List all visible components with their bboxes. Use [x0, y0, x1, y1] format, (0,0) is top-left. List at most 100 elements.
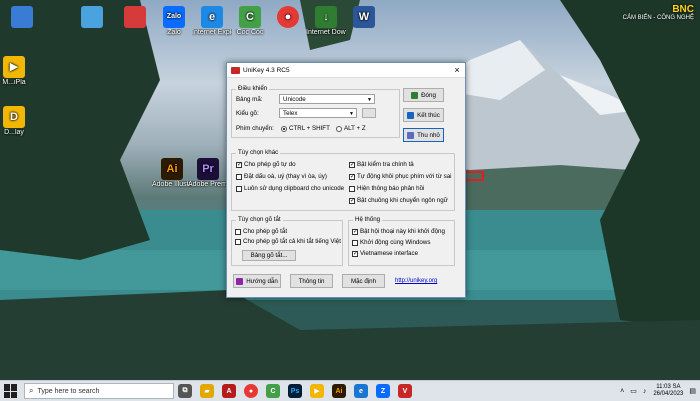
- method-extra-button[interactable]: [362, 108, 376, 118]
- checkbox-checked-icon: ✓: [349, 197, 356, 204]
- power-icon: [407, 111, 415, 119]
- coccoc-taskbar-icon[interactable]: C: [266, 384, 280, 398]
- hotkey-opt2-label: ALT + Z: [344, 125, 366, 132]
- book-icon: [236, 277, 244, 285]
- desktop-icon-premiere[interactable]: Pr Adobe Premiere P...: [188, 158, 228, 189]
- show-dialog-on-start-checkbox[interactable]: ✓ Bật hội thoại này khi khởi động: [352, 228, 445, 235]
- folder-icon: [11, 6, 33, 28]
- desktop-icon-d[interactable]: D D...lay: [0, 106, 34, 137]
- window-close-icon[interactable]: ×: [449, 65, 465, 75]
- checkbox-unchecked-icon: [352, 239, 358, 246]
- window-title: UniKey 4.3 RC5: [243, 66, 290, 74]
- vietnamese-interface-checkbox[interactable]: ✓ Vietnamese interface: [352, 250, 418, 257]
- method-select[interactable]: Telex ▼: [279, 108, 357, 118]
- checkbox-unchecked-icon: [349, 185, 355, 192]
- desktop-icon-1[interactable]: [2, 6, 42, 29]
- search-placeholder: Type here to search: [37, 387, 100, 395]
- coccoc-icon: C: [239, 6, 261, 28]
- unikey-window: UniKey 4.3 RC5 × Điều khiển Bảng mã: Uni…: [226, 62, 466, 298]
- desktop-icon-3[interactable]: [115, 6, 155, 29]
- system-legend: Hệ thống: [353, 216, 383, 223]
- charset-select[interactable]: Unicode ▼: [279, 94, 375, 104]
- charset-label: Bảng mã:: [236, 96, 263, 103]
- hotkey-label: Phím chuyển:: [236, 125, 274, 132]
- minimize-button[interactable]: Thu nhỏ: [403, 128, 444, 142]
- checkbox-unchecked-icon: [236, 173, 242, 180]
- hotkey-ctrl-shift-radio[interactable]: CTRL + SHIFT: [281, 125, 330, 132]
- method-value: Telex: [283, 110, 298, 117]
- enable-shorthand-checkbox[interactable]: Cho phép gõ tắt: [235, 228, 287, 235]
- illustrator-taskbar-icon[interactable]: Ai: [332, 384, 346, 398]
- chrome-taskbar-icon[interactable]: ●: [244, 384, 258, 398]
- bell-on-switch-checkbox[interactable]: ✓ Bật chuông khi chuyển ngôn ngữ: [349, 197, 448, 204]
- desktop-icon-coccoc[interactable]: C Cốc Cốc: [230, 6, 270, 37]
- download-icon: ↓: [315, 6, 337, 28]
- clock-time: 11:03 SA: [656, 384, 681, 390]
- hotkey-alt-z-radio[interactable]: ALT + Z: [336, 125, 366, 132]
- chrome-icon: ●: [277, 6, 299, 28]
- task-view-icon[interactable]: ⧉: [178, 384, 192, 398]
- cad-taskbar-icon[interactable]: A: [222, 384, 236, 398]
- desktop-icon-internet-download[interactable]: ↓ Internet Download...: [306, 6, 346, 37]
- clipboard-unicode-checkbox[interactable]: Luôn sử dụng clipboard cho unicode: [236, 185, 344, 192]
- network-icon[interactable]: ▭: [630, 387, 637, 395]
- auto-restore-checkbox[interactable]: ✓ Tự động khôi phục phím với từ sai: [349, 173, 452, 180]
- taskbar: ⌕ Type here to search ⧉ ▰ A ● C Ps ▶ Ai …: [0, 380, 700, 401]
- volume-icon[interactable]: ♪: [643, 388, 647, 395]
- taskbar-clock[interactable]: 11:03 SA 26/04/2023: [653, 384, 683, 398]
- media-taskbar-icon[interactable]: ▶: [310, 384, 324, 398]
- edge-taskbar-icon[interactable]: e: [354, 384, 368, 398]
- default-button[interactable]: Mặc định: [342, 274, 385, 288]
- unikey-app-icon: [231, 66, 240, 74]
- brand-watermark: BNC CẢM BIẾN - CÔNG NGHỆ: [620, 4, 694, 21]
- desktop-icon-multiplayer[interactable]: ▶ M...iPla: [0, 56, 34, 87]
- desktop-icon-illustrator[interactable]: Ai Adobe Illustrat...: [152, 158, 192, 189]
- checkbox-checked-icon: ✓: [349, 161, 356, 168]
- info-button[interactable]: Thông tin: [290, 274, 333, 288]
- desktop-icon-2[interactable]: [72, 6, 112, 29]
- app-d-icon: D: [3, 106, 25, 128]
- check-icon: [411, 91, 419, 99]
- monitor-icon: [81, 6, 103, 28]
- free-typing-checkbox[interactable]: ✓ Cho phép gõ tự do: [236, 161, 296, 168]
- unikey-website-link[interactable]: http://unikey.org: [395, 278, 437, 284]
- desktop-icon-word[interactable]: W: [344, 6, 384, 29]
- other-options-legend: Tùy chọn khác: [236, 149, 281, 156]
- taskbar-search-box[interactable]: ⌕ Type here to search: [24, 383, 174, 399]
- minimize-icon: [407, 131, 415, 139]
- checkbox-unchecked-icon: [235, 238, 241, 245]
- shorthand-legend: Tùy chọn gõ tắt: [236, 216, 283, 223]
- spell-check-checkbox[interactable]: ✓ Bật kiểm tra chính tả: [349, 161, 414, 168]
- shorthand-table-button[interactable]: Bảng gõ tắt...: [242, 250, 296, 261]
- help-button[interactable]: Hướng dẫn: [233, 274, 281, 288]
- feedback-notice-checkbox[interactable]: Hiện thông báo phản hồi: [349, 185, 424, 192]
- checkbox-checked-icon: ✓: [236, 161, 243, 168]
- desktop-icon-zalo[interactable]: Zalo Zalo: [154, 6, 194, 37]
- unikey-taskbar-icon[interactable]: V: [398, 384, 412, 398]
- desktop-icon-ie[interactable]: e Internet Explorer: [192, 6, 232, 37]
- file-explorer-taskbar-icon[interactable]: ▰: [200, 384, 214, 398]
- photoshop-taskbar-icon[interactable]: Ps: [288, 384, 302, 398]
- exit-button[interactable]: Kết thúc: [403, 108, 444, 122]
- brand-tagline: CẢM BIẾN - CÔNG NGHỆ: [622, 15, 694, 21]
- shorthand-when-off-checkbox[interactable]: Cho phép gõ tắt cả khi tắt tiếng Việt: [235, 238, 341, 245]
- controls-group: Điều khiển Bảng mã: Unicode ▼ Kiểu gõ: T…: [231, 85, 400, 138]
- notification-icon[interactable]: ▤: [689, 387, 696, 395]
- chevron-up-icon[interactable]: ˄: [620, 388, 624, 395]
- radio-unselected-icon: [336, 125, 342, 132]
- tone-placement-checkbox[interactable]: Đặt dấu oà, uý (thay vì òa, úy): [236, 173, 327, 180]
- brand-logo-text: BNC: [672, 4, 694, 15]
- windows-start-icon[interactable]: [4, 384, 18, 398]
- charset-value: Unicode: [283, 96, 306, 103]
- calendar-icon: [124, 6, 146, 28]
- internet-explorer-icon: e: [201, 6, 223, 28]
- close-window-button[interactable]: Đóng: [403, 88, 444, 102]
- hotkey-opt1-label: CTRL + SHIFT: [289, 125, 330, 132]
- start-with-windows-checkbox[interactable]: Khởi động cùng Windows: [352, 239, 430, 246]
- shorthand-group: Tùy chọn gõ tắt Cho phép gõ tắt Cho phép…: [231, 216, 343, 266]
- window-titlebar[interactable]: UniKey 4.3 RC5 ×: [227, 63, 465, 78]
- method-label: Kiểu gõ:: [236, 110, 259, 117]
- zalo-taskbar-icon[interactable]: Z: [376, 384, 390, 398]
- desktop-icon-chrome[interactable]: ●: [268, 6, 308, 29]
- checkbox-unchecked-icon: [235, 228, 241, 235]
